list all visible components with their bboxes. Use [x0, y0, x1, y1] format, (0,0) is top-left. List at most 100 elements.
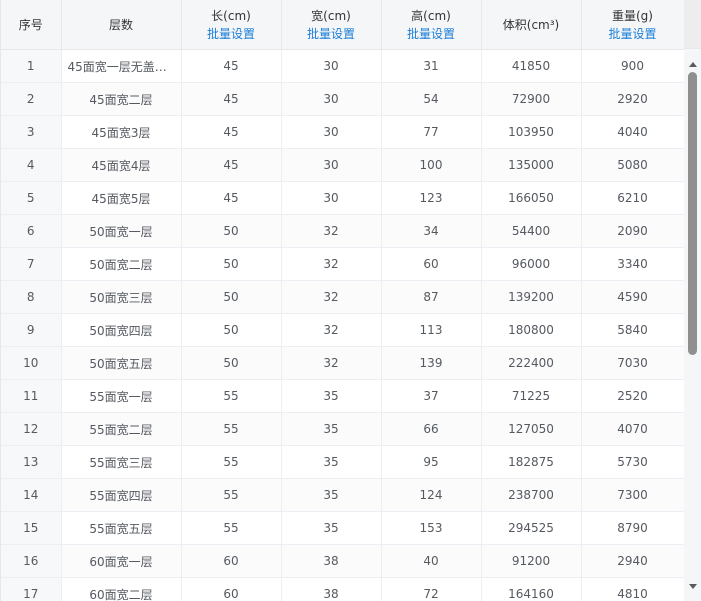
cell-layer: 55面宽二层 — [61, 412, 182, 446]
batch-set-link-width[interactable]: 批量设置 — [282, 25, 381, 43]
column-header-label: 重量(g) — [612, 8, 653, 23]
cell-length: 45 — [181, 82, 282, 116]
cell-volume: 91200 — [481, 544, 582, 578]
column-header-label: 层数 — [108, 17, 133, 32]
batch-set-link-height[interactable]: 批量设置 — [382, 25, 481, 43]
cell-index: 13 — [1, 445, 62, 479]
cell-length: 45 — [181, 181, 282, 215]
cell-height: 34 — [381, 214, 482, 248]
cell-index: 6 — [1, 214, 62, 248]
cell-index: 3 — [1, 115, 62, 149]
cell-weight: 4810 — [581, 577, 685, 601]
cell-height: 40 — [381, 544, 482, 578]
cell-height: 37 — [381, 379, 482, 413]
cell-weight: 7300 — [581, 478, 685, 512]
cell-index: 17 — [1, 577, 62, 601]
cell-width: 30 — [281, 82, 382, 116]
cell-length: 45 — [181, 148, 282, 182]
column-header-volume: 体积(cm³) — [481, 0, 582, 50]
table-row: 11 55面宽一层 55 35 37 71225 2520 — [1, 379, 685, 413]
arrow-up-icon — [688, 61, 697, 67]
cell-width: 35 — [281, 445, 382, 479]
cell-index: 14 — [1, 478, 62, 512]
header-row: 序号 层数 长(cm) 批量设置 宽(cm) 批量设置 高(cm) 批量设置 体积(cm³) 重量… — [1, 0, 685, 50]
table-row: 9 50面宽四层 50 32 113 180800 5840 — [1, 313, 685, 347]
cell-layer: 50面宽三层 — [61, 280, 182, 314]
cell-layer: 45面宽5层 — [61, 181, 182, 215]
cell-layer: 45面宽3层 — [61, 115, 182, 149]
cell-volume: 54400 — [481, 214, 582, 248]
cell-layer: 50面宽四层 — [61, 313, 182, 347]
cell-height: 77 — [381, 115, 482, 149]
scroll-down-button[interactable] — [684, 579, 701, 593]
cell-length: 50 — [181, 214, 282, 248]
cell-length: 60 — [181, 544, 282, 578]
column-header-label: 高(cm) — [411, 8, 451, 23]
cell-height: 124 — [381, 478, 482, 512]
table-body: 1 45面宽一层无盖无底 45 30 31 41850 900 2 45面宽二层 45 30 54 72… — [1, 49, 685, 601]
column-header-label: 宽(cm) — [311, 8, 351, 23]
cell-height: 87 — [381, 280, 482, 314]
cell-index: 10 — [1, 346, 62, 380]
cell-height: 113 — [381, 313, 482, 347]
cell-length: 55 — [181, 445, 282, 479]
vertical-scrollbar[interactable] — [684, 0, 701, 601]
cell-weight: 2920 — [581, 82, 685, 116]
cell-length: 55 — [181, 478, 282, 512]
cell-weight: 5730 — [581, 445, 685, 479]
column-header-index: 序号 — [1, 0, 62, 50]
cell-width: 38 — [281, 544, 382, 578]
table-row: 10 50面宽五层 50 32 139 222400 7030 — [1, 346, 685, 380]
cell-volume: 72900 — [481, 82, 582, 116]
cell-weight: 900 — [581, 49, 685, 83]
cell-weight: 3340 — [581, 247, 685, 281]
cell-length: 50 — [181, 313, 282, 347]
cell-layer: 60面宽一层 — [61, 544, 182, 578]
cell-width: 38 — [281, 577, 382, 601]
cell-layer: 50面宽二层 — [61, 247, 182, 281]
cell-volume: 164160 — [481, 577, 582, 601]
cell-index: 1 — [1, 49, 62, 83]
cell-width: 32 — [281, 214, 382, 248]
cell-layer: 50面宽五层 — [61, 346, 182, 380]
size-table: 序号 层数 长(cm) 批量设置 宽(cm) 批量设置 高(cm) 批量设置 体积(cm³) 重量… — [1, 0, 685, 601]
cell-width: 35 — [281, 412, 382, 446]
cell-width: 30 — [281, 49, 382, 83]
cell-volume: 127050 — [481, 412, 582, 446]
batch-set-link-weight[interactable]: 批量设置 — [582, 25, 684, 43]
scroll-thumb[interactable] — [688, 72, 697, 355]
cell-volume: 222400 — [481, 346, 582, 380]
cell-height: 60 — [381, 247, 482, 281]
table-row: 3 45面宽3层 45 30 77 103950 4040 — [1, 115, 685, 149]
cell-width: 32 — [281, 280, 382, 314]
cell-height: 100 — [381, 148, 482, 182]
cell-height: 153 — [381, 511, 482, 545]
table-row: 13 55面宽三层 55 35 95 182875 5730 — [1, 445, 685, 479]
cell-index: 15 — [1, 511, 62, 545]
cell-index: 12 — [1, 412, 62, 446]
cell-weight: 2090 — [581, 214, 685, 248]
cell-layer: 55面宽四层 — [61, 478, 182, 512]
cell-volume: 238700 — [481, 478, 582, 512]
table-row: 4 45面宽4层 45 30 100 135000 5080 — [1, 148, 685, 182]
arrow-down-icon — [688, 583, 697, 589]
cell-index: 11 — [1, 379, 62, 413]
column-header-label: 体积(cm³) — [502, 17, 560, 32]
scroll-track[interactable] — [688, 72, 697, 577]
column-header-layer: 层数 — [61, 0, 182, 50]
batch-set-link-length[interactable]: 批量设置 — [182, 25, 281, 43]
cell-index: 5 — [1, 181, 62, 215]
table-row: 8 50面宽三层 50 32 87 139200 4590 — [1, 280, 685, 314]
cell-volume: 135000 — [481, 148, 582, 182]
scroll-up-button[interactable] — [684, 57, 701, 71]
cell-volume: 166050 — [481, 181, 582, 215]
table-row: 2 45面宽二层 45 30 54 72900 2920 — [1, 82, 685, 116]
cell-height: 31 — [381, 49, 482, 83]
size-table-container: 序号 层数 长(cm) 批量设置 宽(cm) 批量设置 高(cm) 批量设置 体积(cm³) 重量… — [0, 0, 701, 601]
cell-weight: 8790 — [581, 511, 685, 545]
cell-weight: 4590 — [581, 280, 685, 314]
cell-volume: 71225 — [481, 379, 582, 413]
cell-length: 55 — [181, 412, 282, 446]
table-row: 16 60面宽一层 60 38 40 91200 2940 — [1, 544, 685, 578]
cell-weight: 7030 — [581, 346, 685, 380]
